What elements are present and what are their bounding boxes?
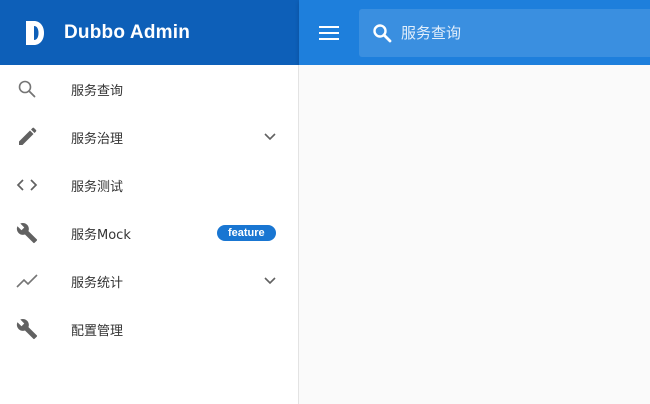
search-box: [359, 9, 650, 57]
search-icon: [16, 78, 38, 100]
app-title: Dubbo Admin: [64, 21, 191, 43]
sidebar-item-label: 服务统计: [71, 275, 124, 291]
chevron-down-icon[interactable]: [262, 273, 278, 289]
sidebar-item-label: 服务测试: [71, 179, 124, 195]
sidebar-item-service-test[interactable]: 服务测试: [0, 161, 298, 209]
top-bar: [299, 0, 650, 65]
sidebar-item-label: 配置管理: [71, 323, 124, 339]
sidebar-item-config-management[interactable]: 配置管理: [0, 305, 298, 353]
app-root: Dubbo Admin 服务查询 服务查询 服务治理 服务测试 服务Mock f…: [0, 0, 650, 404]
sidebar-nav: 服务查询 服务治理 服务测试 服务Mock feature 服务统计 配置管理: [0, 65, 299, 404]
code-icon: [16, 174, 38, 196]
sidebar-item-label: 服务Mock: [71, 227, 131, 243]
sidebar-item-label: 服务查询: [71, 83, 124, 99]
wrench-icon: [16, 318, 38, 340]
pencil-icon: [16, 126, 38, 148]
sidebar-item-label: 服务治理: [71, 131, 124, 147]
sidebar-item-service-mock[interactable]: 服务Mock feature: [0, 209, 298, 257]
feature-badge: feature: [217, 225, 276, 241]
dubbo-logo-icon: [24, 20, 44, 45]
sidebar-item-service-governance[interactable]: 服务治理: [0, 113, 298, 161]
menu-toggle-button[interactable]: [299, 0, 359, 65]
search-icon: [373, 24, 392, 43]
chevron-down-icon[interactable]: [262, 129, 278, 145]
sidebar-item-service-search[interactable]: 服务查询: [0, 65, 298, 113]
trending-icon: [16, 270, 38, 292]
wrench-icon: [16, 222, 38, 244]
sidebar-item-service-statistics[interactable]: 服务统计: [0, 257, 298, 305]
brand-header: Dubbo Admin: [0, 0, 299, 65]
search-input[interactable]: [399, 23, 639, 43]
hamburger-menu-icon: [319, 25, 339, 40]
main-content: [299, 65, 650, 404]
